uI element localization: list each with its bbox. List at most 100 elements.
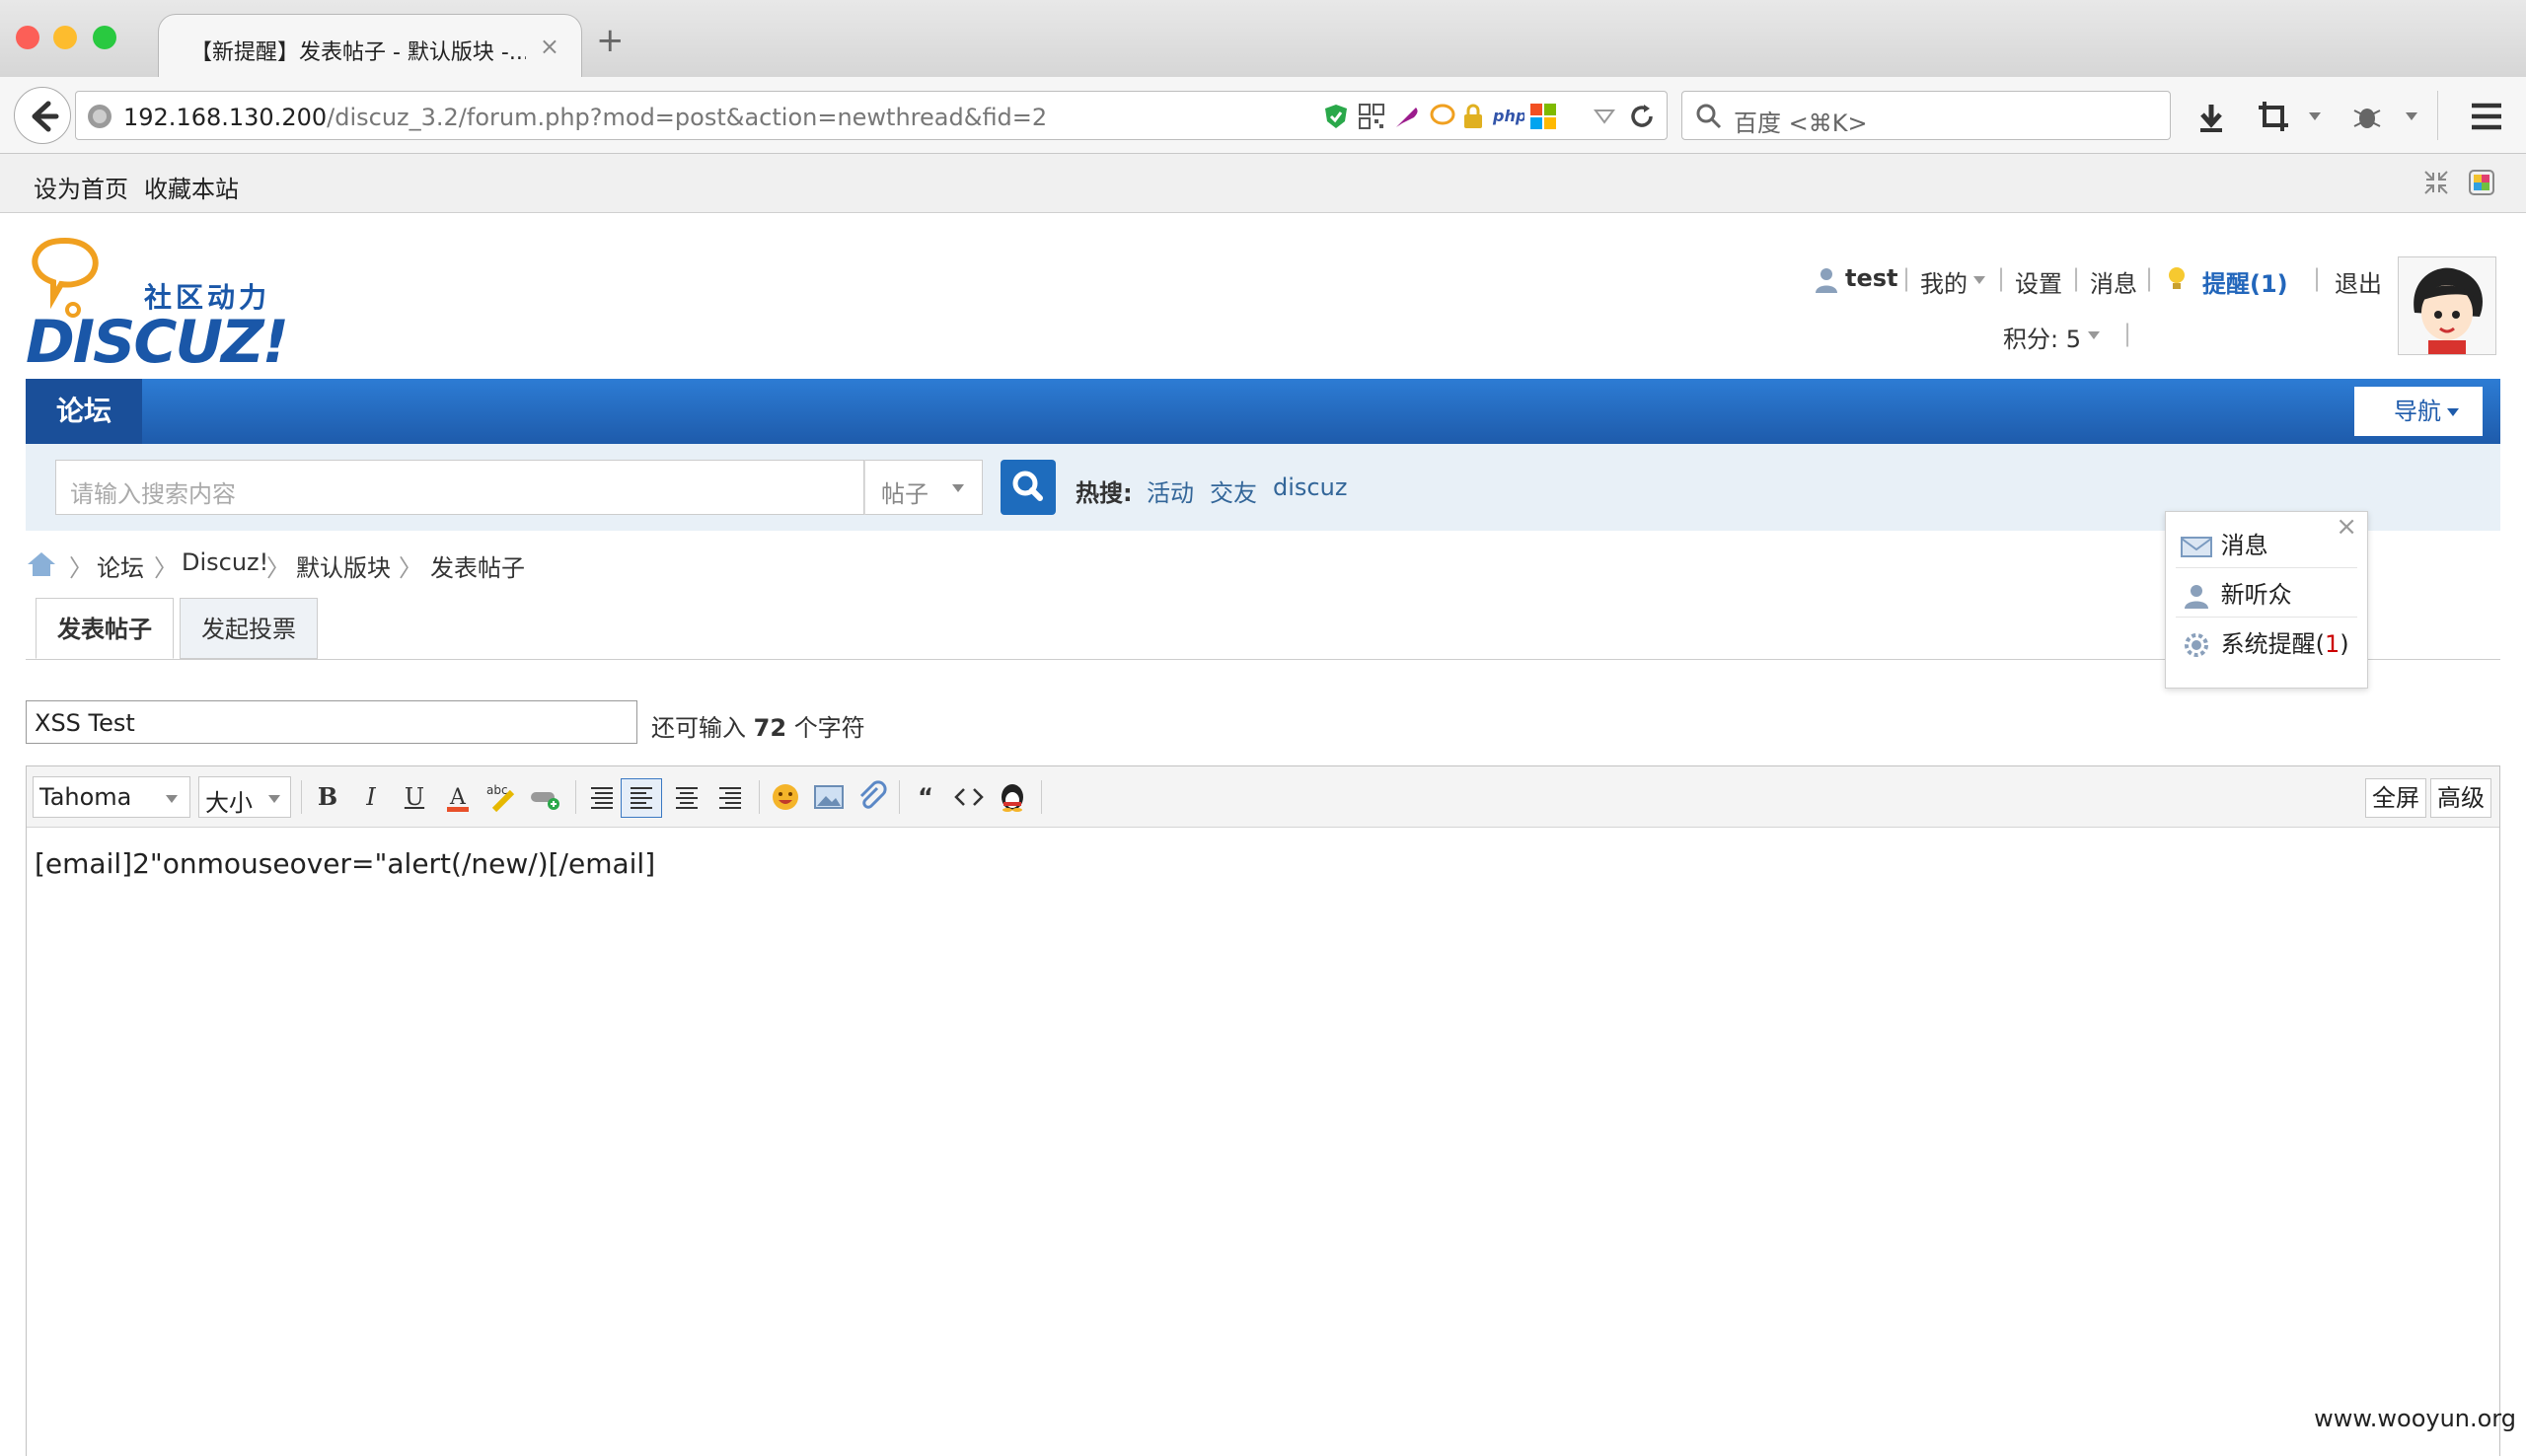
bug-icon[interactable]: [2350, 101, 2384, 134]
search-type-select[interactable]: 帖子: [864, 460, 983, 515]
shield-icon[interactable]: [1321, 102, 1351, 131]
separator: |: [1997, 264, 2006, 292]
user-icon: [2185, 585, 2208, 609]
align-left-button[interactable]: [621, 778, 662, 818]
lightbulb-icon: [2169, 267, 2185, 289]
crop-dropdown-icon[interactable]: [2307, 110, 2323, 122]
reminders-link[interactable]: 提醒(1): [2202, 264, 2288, 299]
settings-link[interactable]: 设置: [2015, 264, 2062, 299]
points-link[interactable]: 积分: 5: [2003, 320, 2081, 354]
attachment-icon[interactable]: [855, 780, 889, 814]
chevron-down-icon: [952, 484, 964, 492]
chevron-down-icon: [268, 795, 280, 803]
popup-item-system-reminders[interactable]: 系统提醒(1): [2180, 624, 2349, 659]
font-color-icon[interactable]: A: [441, 780, 475, 814]
subject-hint-count: 72: [753, 714, 787, 742]
username-link[interactable]: test: [1845, 264, 1898, 292]
main-nav: 论坛 导航: [26, 379, 2500, 444]
gear-icon: [2185, 633, 2208, 657]
chevron-down-icon: [2447, 408, 2459, 416]
italic-button[interactable]: I: [354, 780, 388, 814]
maximize-window-button[interactable]: [93, 26, 116, 49]
hot-search-label: 热搜:: [1076, 479, 1133, 507]
browser-tab[interactable]: 【新提醒】发表帖子 - 默认版块 -... ×: [158, 14, 582, 79]
smiley-icon[interactable]: [769, 780, 802, 814]
advanced-mode-button[interactable]: 高级: [2430, 778, 2491, 818]
dropdown-triangle-icon[interactable]: [1594, 108, 1615, 125]
chevron-down-icon: [166, 795, 178, 803]
url-bar[interactable]: 192.168.130.200/discuz_3.2/forum.php?mod…: [75, 91, 1668, 140]
align-right-icon[interactable]: [713, 780, 747, 814]
windows-logo-icon[interactable]: [1528, 102, 1558, 131]
nav-forum-tab[interactable]: 论坛: [26, 379, 142, 444]
hot-term-dating[interactable]: 交友: [1210, 473, 1257, 508]
close-window-button[interactable]: [16, 26, 39, 49]
points-dropdown-icon: [2088, 331, 2100, 339]
popup-item-new-followers[interactable]: 新听众: [2180, 575, 2292, 610]
subject-input[interactable]: XSS Test: [26, 700, 637, 744]
new-tab-button[interactable]: +: [596, 24, 625, 57]
forum-search-input[interactable]: 请输入搜索内容: [55, 460, 864, 515]
align-justify-icon[interactable]: [585, 780, 619, 814]
bug-dropdown-icon[interactable]: [2404, 110, 2419, 122]
color-palette-icon[interactable]: [2467, 168, 2496, 197]
site-logo[interactable]: DISCUZ!: [26, 308, 289, 377]
php-icon[interactable]: php: [1491, 104, 1524, 127]
feather-icon[interactable]: [1392, 102, 1422, 131]
forum-search-button[interactable]: [1001, 460, 1056, 515]
breadcrumb-forum[interactable]: 论坛: [97, 548, 144, 583]
menu-icon[interactable]: [2469, 101, 2504, 132]
qrcode-icon[interactable]: [1357, 102, 1386, 131]
underline-button[interactable]: U: [398, 780, 431, 814]
toolbar-separator: [759, 780, 760, 814]
download-icon[interactable]: [2194, 101, 2228, 134]
separator: |: [2313, 264, 2322, 292]
tab-new-poll[interactable]: 发起投票: [180, 598, 318, 659]
qq-penguin-icon[interactable]: [996, 780, 1029, 814]
hot-term-activity[interactable]: 活动: [1147, 473, 1194, 508]
browser-titlebar: 【新提醒】发表帖子 - 默认版块 -... × +: [0, 0, 2526, 79]
hot-term-discuz[interactable]: discuz: [1273, 473, 1347, 501]
font-select-value: Tahoma: [39, 783, 132, 811]
reload-icon[interactable]: [1627, 102, 1657, 131]
breadcrumb-default-board[interactable]: 默认版块: [296, 548, 391, 583]
quote-button[interactable]: “: [909, 780, 942, 814]
insert-link-icon[interactable]: [528, 780, 561, 814]
breadcrumb-separator: 〉: [154, 554, 178, 582]
breadcrumb-discuz[interactable]: Discuz!: [182, 548, 268, 576]
editor-content[interactable]: [email]2"onmouseover="alert(/new/)[/emai…: [35, 847, 655, 880]
separator: |: [2123, 320, 2132, 347]
bookmark-set-homepage[interactable]: 设为首页: [34, 170, 128, 204]
bookmark-favorite-site[interactable]: 收藏本站: [144, 170, 239, 204]
page-content: 社区动力 DISCUZ! test | 我的 | 设置 | 消息 | 提醒(1)…: [0, 213, 2526, 1456]
back-button[interactable]: [14, 87, 71, 144]
bold-button[interactable]: B: [311, 780, 344, 814]
nav-guide-button[interactable]: 导航: [2354, 387, 2483, 436]
highlight-icon[interactable]: abc: [484, 780, 518, 814]
lock-icon[interactable]: [1461, 102, 1485, 131]
browser-search-bar[interactable]: 百度 <⌘K>: [1681, 91, 2171, 140]
font-select[interactable]: Tahoma: [33, 776, 190, 818]
logout-link[interactable]: 退出: [2335, 264, 2382, 299]
fullscreen-button[interactable]: 全屏: [2365, 778, 2426, 818]
size-select[interactable]: 大小: [198, 776, 291, 818]
url-text: 192.168.130.200/discuz_3.2/forum.php?mod…: [123, 104, 1047, 131]
breadcrumb-separator: 〉: [69, 554, 93, 582]
align-center-icon[interactable]: [670, 780, 704, 814]
globe-icon: [88, 105, 111, 128]
tab-new-post[interactable]: 发表帖子: [36, 598, 174, 659]
tab-close-icon[interactable]: ×: [540, 33, 559, 60]
collapse-icon[interactable]: [2421, 168, 2451, 197]
popup-close-icon[interactable]: ×: [2336, 512, 2357, 542]
home-icon[interactable]: [26, 550, 57, 578]
image-icon[interactable]: [812, 780, 846, 814]
popup-item-messages[interactable]: 消息: [2180, 526, 2268, 560]
bubble-icon[interactable]: [1428, 102, 1457, 131]
avatar[interactable]: [2398, 256, 2496, 355]
minimize-window-button[interactable]: [53, 26, 77, 49]
code-icon[interactable]: [952, 780, 986, 814]
crop-icon[interactable]: [2256, 99, 2291, 134]
subject-hint: 还可输入 72 个字符: [651, 708, 865, 743]
my-menu-link[interactable]: 我的: [1920, 264, 1968, 299]
messages-link[interactable]: 消息: [2090, 264, 2137, 299]
